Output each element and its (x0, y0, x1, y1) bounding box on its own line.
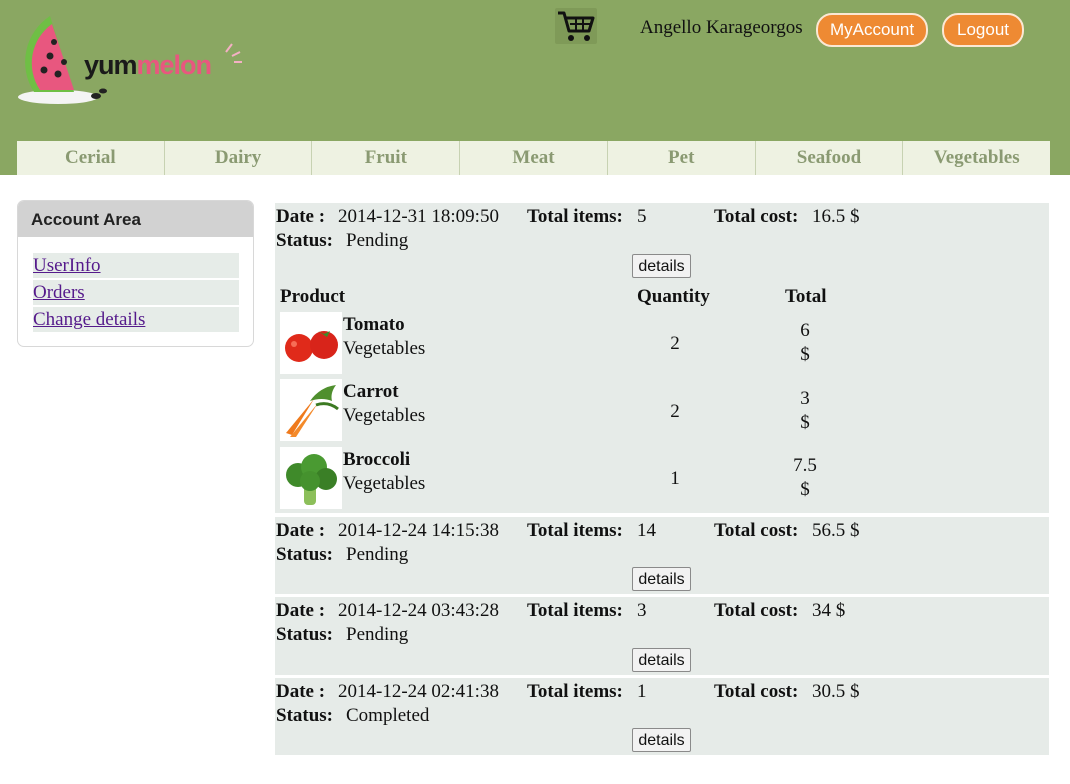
tomato-image (280, 312, 342, 374)
product-total-currency: $ (800, 344, 810, 365)
product-quantity: 2 (670, 333, 680, 354)
category-nav: Cerial Dairy Fruit Meat Pet Seafood Vege… (17, 141, 1050, 175)
column-header-product: Product (280, 286, 346, 307)
product-category: Vegetables (343, 473, 426, 494)
order-row: Date : 2014-12-24 02:41:38 Total items: … (275, 678, 1049, 755)
order-date: 2014-12-24 02:41:38 (338, 681, 499, 702)
product-quantity: 2 (670, 401, 680, 422)
product-name: Broccoli (343, 449, 411, 470)
username: Angello Karageorgos (640, 17, 803, 38)
product-total-value: 3 (800, 388, 810, 409)
column-header-total: Total (785, 286, 827, 307)
total-cost-label: Total cost: (714, 520, 799, 541)
order-status: Pending (346, 544, 409, 565)
category-tab-fruit[interactable]: Fruit (312, 141, 461, 175)
logo-text-melon: melon (136, 50, 213, 80)
category-tab-seafood[interactable]: Seafood (756, 141, 904, 175)
order-date: 2014-12-31 18:09:50 (338, 206, 499, 227)
carrot-image (280, 379, 342, 441)
total-cost-label: Total cost: (714, 206, 799, 227)
total-cost-label: Total cost: (714, 600, 799, 621)
order-total-cost: 30.5 $ (812, 681, 860, 702)
account-area-panel: Account Area UserInfo Orders Change deta… (17, 200, 254, 347)
order-status: Pending (346, 230, 409, 251)
product-total: 3 $ (787, 387, 823, 435)
site-header: yummelon Angello Karageorgos MyAccount L… (0, 0, 1070, 175)
order-row: Date : 2014-12-31 18:09:50 Total items: … (275, 203, 1049, 513)
total-items-label: Total items: (527, 681, 623, 702)
total-cost-label: Total cost: (714, 681, 799, 702)
product-total-value: 6 (800, 320, 810, 341)
total-items-label: Total items: (527, 520, 623, 541)
account-area-title: Account Area (18, 201, 253, 237)
product-total: 6 $ (787, 319, 823, 367)
product-name: Tomato (343, 314, 405, 335)
order-status: Pending (346, 624, 409, 645)
cart-button[interactable] (555, 8, 597, 44)
details-button[interactable]: details (632, 567, 691, 591)
category-tab-meat[interactable]: Meat (460, 141, 608, 175)
total-items-label: Total items: (527, 206, 623, 227)
shopping-cart-icon (558, 11, 595, 41)
product-name: Carrot (343, 381, 399, 402)
logo-text: yummelon (84, 50, 213, 81)
product-total-currency: $ (800, 412, 810, 433)
date-label: Date : (276, 681, 326, 702)
logout-button[interactable]: Logout (942, 13, 1024, 47)
date-label: Date : (276, 206, 326, 227)
details-button[interactable]: details (632, 254, 691, 278)
product-total-value: 7.5 (793, 455, 817, 476)
category-tab-vegetables[interactable]: Vegetables (903, 141, 1050, 175)
product-category: Vegetables (343, 405, 426, 426)
product-total: 7.5 $ (787, 454, 823, 502)
order-row: Date : 2014-12-24 03:43:28 Total items: … (275, 597, 1049, 675)
sidebar-link-orders[interactable]: Orders (33, 280, 239, 305)
sidebar-link-change-details[interactable]: Change details (33, 307, 239, 332)
column-header-quantity: Quantity (637, 286, 710, 307)
order-total-cost: 16.5 $ (812, 206, 860, 227)
order-status: Completed (346, 705, 430, 726)
product-total-currency: $ (800, 479, 810, 500)
logo-text-yum: yum (84, 50, 138, 80)
date-label: Date : (276, 600, 326, 621)
broccoli-image (280, 447, 342, 509)
order-total-items: 1 (637, 681, 647, 702)
yummelon-logo[interactable]: yummelon (14, 10, 249, 110)
category-tab-dairy[interactable]: Dairy (165, 141, 313, 175)
details-button[interactable]: details (632, 648, 691, 672)
order-total-items: 5 (637, 206, 647, 227)
order-total-items: 3 (637, 600, 647, 621)
status-label: Status: (276, 705, 334, 726)
status-label: Status: (276, 624, 334, 645)
order-total-items: 14 (637, 520, 656, 541)
myaccount-button[interactable]: MyAccount (816, 13, 928, 47)
order-date: 2014-12-24 03:43:28 (338, 600, 499, 621)
category-tab-cerial[interactable]: Cerial (17, 141, 165, 175)
total-items-label: Total items: (527, 600, 623, 621)
order-total-cost: 34 $ (812, 600, 846, 621)
status-label: Status: (276, 544, 334, 565)
date-label: Date : (276, 520, 326, 541)
order-date: 2014-12-24 14:15:38 (338, 520, 499, 541)
category-tab-pet[interactable]: Pet (608, 141, 756, 175)
details-button[interactable]: details (632, 728, 691, 752)
product-quantity: 1 (670, 468, 680, 489)
order-total-cost: 56.5 $ (812, 520, 860, 541)
sidebar-link-userinfo[interactable]: UserInfo (33, 253, 239, 278)
order-row: Date : 2014-12-24 14:15:38 Total items: … (275, 517, 1049, 594)
product-category: Vegetables (343, 338, 426, 359)
status-label: Status: (276, 230, 334, 251)
